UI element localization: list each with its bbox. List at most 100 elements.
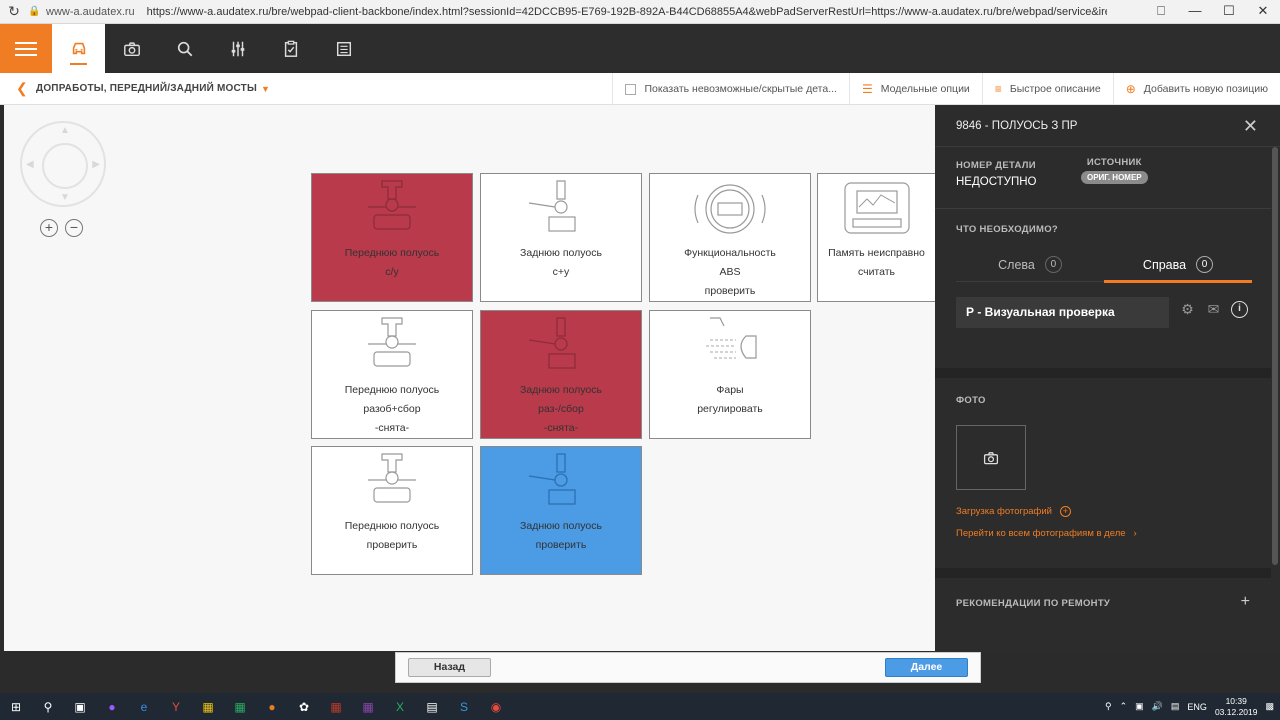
- pan-navigation-pad[interactable]: ▲ ▼ ◀ ▶: [20, 121, 106, 207]
- maximize-icon[interactable]: ☐: [1212, 0, 1246, 24]
- camera-icon[interactable]: [105, 24, 158, 73]
- browser-domain: www-a.audatex.ru: [46, 5, 135, 18]
- clipboard-check-icon[interactable]: [264, 24, 317, 73]
- gear-icon[interactable]: ⚙: [1179, 301, 1196, 318]
- tile-line-3: проверить: [704, 285, 756, 297]
- tile-headlights-adjust[interactable]: Фары регулировать: [649, 310, 811, 439]
- excel-icon[interactable]: X: [384, 693, 416, 720]
- operations-canvas: ▲ ▼ ◀ ▶ + − Переднюю полуось с/у Заднюю п…: [4, 105, 935, 651]
- tile-line-1: Заднюю полуось: [520, 384, 602, 396]
- file-explorer-icon[interactable]: ▦: [192, 693, 224, 720]
- tile-rear-axle-disassemble[interactable]: Заднюю полуось раз-/сбор -снята-: [480, 310, 642, 439]
- back-button[interactable]: Назад: [408, 658, 491, 677]
- app-icon[interactable]: ▦: [352, 693, 384, 720]
- app-icon[interactable]: ▦: [320, 693, 352, 720]
- video-editor-icon[interactable]: ▤: [416, 693, 448, 720]
- car-icon[interactable]: [52, 24, 105, 73]
- search-icon[interactable]: ⚲: [32, 693, 64, 720]
- close-icon[interactable]: ✕: [1243, 116, 1258, 137]
- tile-line-2: проверить: [535, 539, 587, 551]
- tile-line-1: Переднюю полуось: [344, 520, 440, 532]
- next-button[interactable]: Далее: [885, 658, 968, 677]
- tile-line-3: [312, 282, 472, 301]
- show-hidden-icons-icon[interactable]: ⌃: [1120, 701, 1128, 712]
- tile-line-2: проверить: [366, 539, 418, 551]
- arrow-down-icon[interactable]: ▼: [60, 192, 70, 203]
- comment-icon[interactable]: ✉: [1205, 301, 1222, 318]
- camera-icon: [983, 451, 999, 464]
- hamburger-menu-icon[interactable]: [0, 24, 52, 73]
- reload-icon[interactable]: ↻: [0, 3, 28, 20]
- tile-line-3: [650, 419, 810, 438]
- operation-actions: ⚙ ✉ i: [1179, 301, 1248, 318]
- assistant-icon[interactable]: ●: [96, 693, 128, 720]
- chevron-left-icon[interactable]: ❮: [16, 80, 30, 97]
- info-icon[interactable]: i: [1231, 301, 1248, 318]
- lock-icon[interactable]: 🔒: [28, 6, 42, 17]
- show-hidden-checkbox[interactable]: [625, 83, 637, 95]
- arrow-up-icon[interactable]: ▲: [60, 125, 70, 136]
- tab-right[interactable]: Справа 0: [1104, 248, 1252, 283]
- battery-icon[interactable]: ▣: [1135, 701, 1144, 712]
- edge-browser-icon[interactable]: e: [128, 693, 160, 720]
- upload-photos-link[interactable]: Загрузка фотографий +: [956, 506, 1071, 517]
- tile-line-1: Фары: [716, 384, 744, 396]
- tile-line-2: с+у: [552, 266, 570, 278]
- browser-url[interactable]: https://www-a.audatex.ru/bre/webpad-clie…: [147, 6, 1107, 18]
- network-user-icon[interactable]: ⚲: [1105, 701, 1112, 712]
- expand-plus-icon[interactable]: +: [1241, 593, 1250, 611]
- quick-description-button[interactable]: ≡ Быстрое описание: [981, 73, 1113, 105]
- tile-fault-memory[interactable]: Память неисправно считать: [817, 173, 935, 302]
- model-options-button[interactable]: ☰ Модельные опции: [848, 73, 982, 105]
- breadcrumb-title[interactable]: ДОПРАБОТЫ, ПЕРЕДНИЙ/ЗАДНИЙ МОСТЫ: [36, 83, 257, 94]
- tile-front-axle-remove-install[interactable]: Переднюю полуось с/у: [311, 173, 473, 302]
- windows-taskbar: ⊞ ⚲ ▣ ● e Y ▦ ▦ ● ✿ ▦ ▦ X ▤ S ◉ ⚲ ⌃ ▣ 🔊 …: [0, 693, 1280, 720]
- axle-part-icon: [481, 174, 641, 244]
- repair-recommendations-title[interactable]: РЕКОМЕНДАЦИИ ПО РЕМОНТУ: [956, 598, 1110, 609]
- app-icon[interactable]: ●: [256, 693, 288, 720]
- zoom-out-icon[interactable]: −: [65, 219, 83, 237]
- chevron-down-icon[interactable]: ▼: [261, 84, 270, 94]
- bookmark-icon[interactable]: ⎕: [1144, 0, 1178, 24]
- system-clock[interactable]: 10:39 03.12.2019: [1215, 696, 1258, 718]
- tile-line-1: Заднюю полуось: [520, 247, 602, 259]
- minimize-icon[interactable]: —: [1178, 0, 1212, 24]
- axle-part-icon: [312, 311, 472, 381]
- arrow-right-icon[interactable]: ▶: [92, 159, 100, 170]
- app-icon[interactable]: ◉: [480, 693, 512, 720]
- close-window-icon[interactable]: ✕: [1246, 0, 1280, 24]
- tile-rear-axle-remove-install[interactable]: Заднюю полуось с+у: [480, 173, 642, 302]
- tile-line-1: Функциональность: [684, 247, 776, 259]
- tab-right-count: 0: [1196, 256, 1214, 273]
- panel-scrollbar[interactable]: [1272, 147, 1278, 565]
- tile-line-2: разоб+сбор: [363, 403, 421, 415]
- input-language[interactable]: ENG: [1187, 702, 1207, 712]
- show-hidden-toggle[interactable]: Показать невозможные/скрытые дета...: [612, 73, 849, 105]
- zoom-in-icon[interactable]: +: [40, 219, 58, 237]
- skype-icon[interactable]: S: [448, 693, 480, 720]
- sliders-icon[interactable]: [211, 24, 264, 73]
- tile-front-axle-check[interactable]: Переднюю полуось проверить: [311, 446, 473, 575]
- operation-item[interactable]: Р - Визуальная проверка: [956, 297, 1169, 328]
- all-photos-link[interactable]: Перейти ко всем фотографиям в деле ›: [956, 528, 1137, 539]
- arrow-left-icon[interactable]: ◀: [26, 159, 34, 170]
- tile-abs-functionality[interactable]: Функциональность ABS проверить: [649, 173, 811, 302]
- axle-part-icon: [312, 447, 472, 517]
- tile-line-1: Память неисправно: [828, 247, 925, 259]
- add-position-button[interactable]: ⊕ Добавить новую позицию: [1112, 73, 1280, 105]
- tab-left[interactable]: Слева 0: [956, 248, 1104, 281]
- part-number-block: НОМЕР ДЕТАЛИ НЕДОСТУПНО: [956, 160, 1036, 188]
- calculator-icon[interactable]: [317, 24, 370, 73]
- network-icon[interactable]: ▤: [1171, 701, 1180, 712]
- tile-rear-axle-check[interactable]: Заднюю полуось проверить: [480, 446, 642, 575]
- task-view-icon[interactable]: ▣: [64, 693, 96, 720]
- spreadsheet-icon[interactable]: ▦: [224, 693, 256, 720]
- notifications-icon[interactable]: ▩: [1265, 701, 1274, 712]
- photo-upload-box[interactable]: [956, 425, 1026, 490]
- search-icon[interactable]: [158, 24, 211, 73]
- tile-front-axle-disassemble[interactable]: Переднюю полуось разоб+сбор -снята-: [311, 310, 473, 439]
- chrome-icon[interactable]: ✿: [288, 693, 320, 720]
- volume-icon[interactable]: 🔊: [1152, 701, 1163, 712]
- yandex-browser-icon[interactable]: Y: [160, 693, 192, 720]
- windows-start-icon[interactable]: ⊞: [0, 693, 32, 720]
